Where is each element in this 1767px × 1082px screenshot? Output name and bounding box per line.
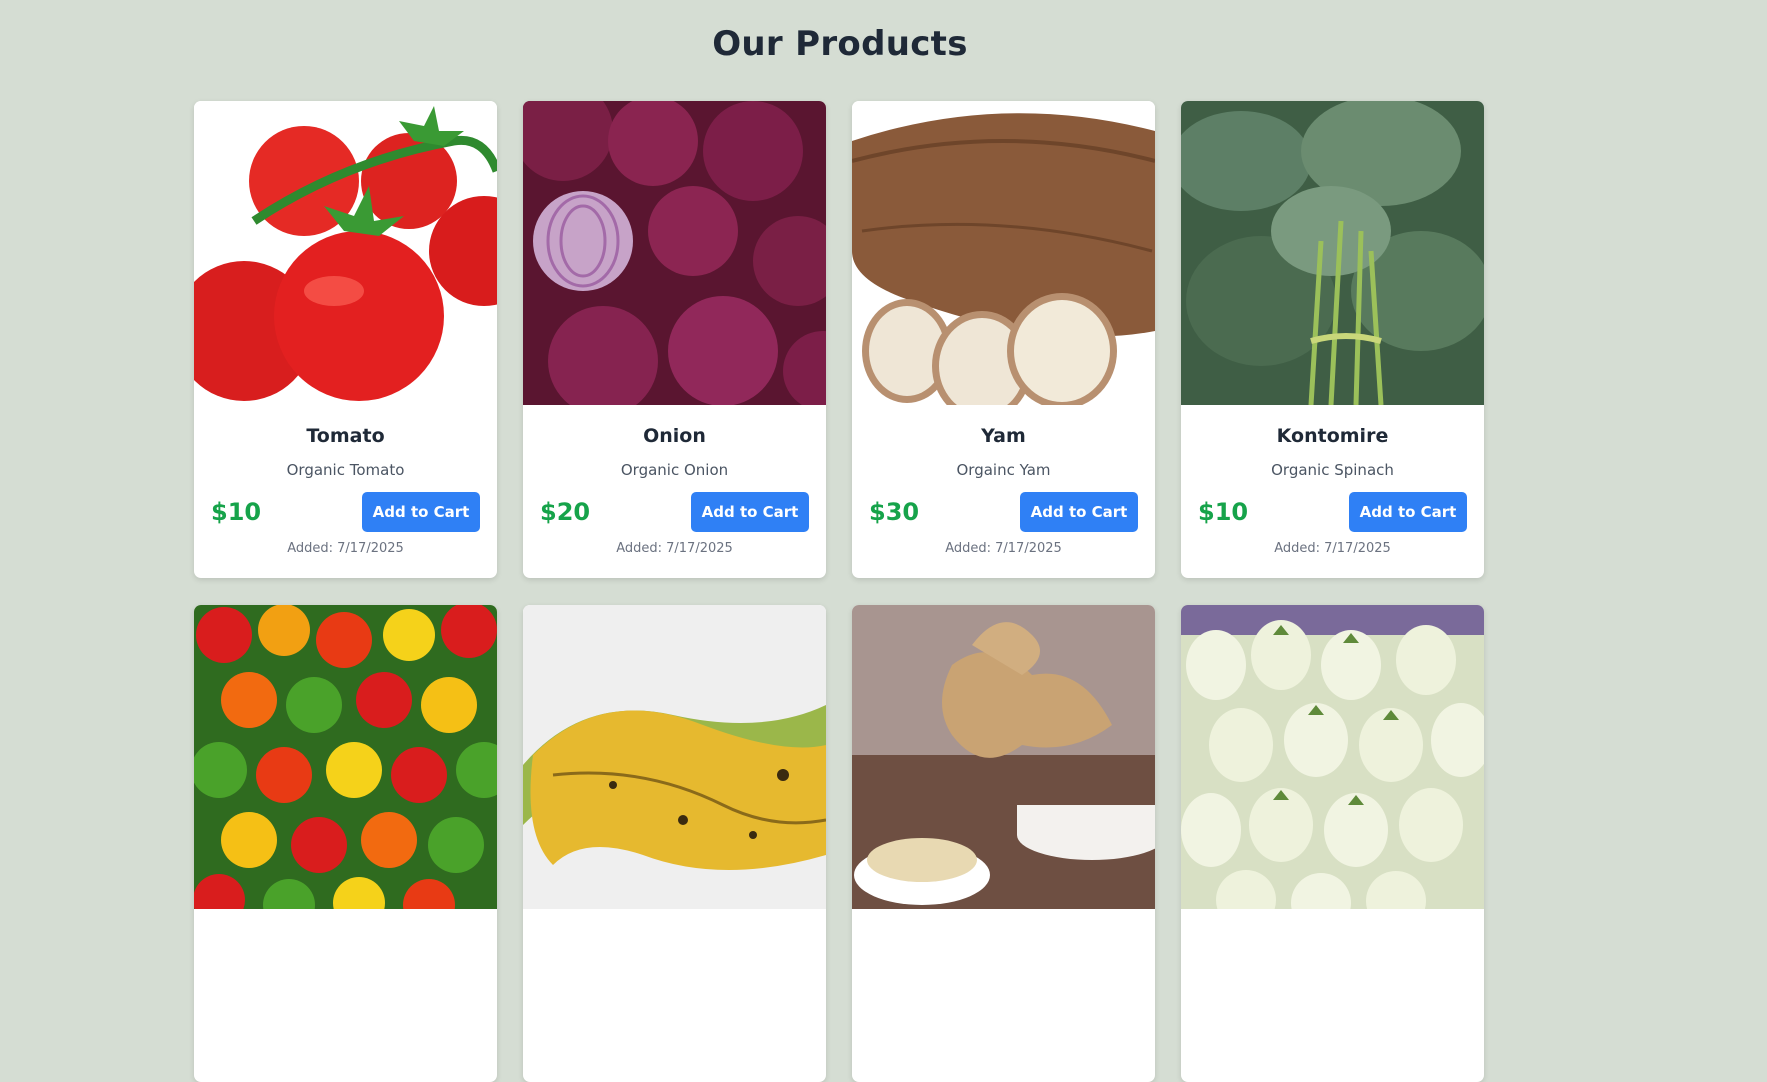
kontomire-image xyxy=(1181,101,1484,405)
product-description: Organic Onion xyxy=(620,461,729,479)
product-description: Organic Tomato xyxy=(286,461,405,479)
product-card-yam: Yam Orgainc Yam $30 Add to Cart Added: 7… xyxy=(852,101,1155,578)
product-name: Tomato xyxy=(306,425,385,447)
product-card-tomato: Tomato Organic Tomato $10 Add to Cart Ad… xyxy=(194,101,497,578)
yam-image xyxy=(852,101,1155,405)
plantain-image xyxy=(523,605,826,909)
product-price: $10 xyxy=(1198,498,1249,526)
product-card-ginger xyxy=(852,605,1155,1082)
onion-image xyxy=(523,101,826,405)
product-purchase-row: $30 Add to Cart xyxy=(852,492,1155,532)
add-to-cart-button[interactable]: Add to Cart xyxy=(691,492,809,532)
add-to-cart-button[interactable]: Add to Cart xyxy=(1349,492,1467,532)
product-card-kontomire: Kontomire Organic Spinach $10 Add to Car… xyxy=(1181,101,1484,578)
product-description: Organic Spinach xyxy=(1271,461,1394,479)
product-description: Orgainc Yam xyxy=(956,461,1051,479)
product-name: Onion xyxy=(643,425,706,447)
product-card-pepper xyxy=(194,605,497,1082)
page-title: Our Products xyxy=(712,24,968,64)
product-price: $10 xyxy=(211,498,262,526)
product-card-garden-egg xyxy=(1181,605,1484,1082)
tomato-image xyxy=(194,101,497,405)
pepper-image xyxy=(194,605,497,909)
products-page: Our Products Tomato Organic Tomato $10 A… xyxy=(0,0,1767,1082)
product-added-date: Added: 7/17/2025 xyxy=(1274,541,1391,556)
product-added-date: Added: 7/17/2025 xyxy=(287,541,404,556)
garden-egg-image xyxy=(1181,605,1484,909)
product-added-date: Added: 7/17/2025 xyxy=(616,541,733,556)
product-name: Kontomire xyxy=(1276,425,1389,447)
ginger-image xyxy=(852,605,1155,909)
product-added-date: Added: 7/17/2025 xyxy=(945,541,1062,556)
product-purchase-row: $10 Add to Cart xyxy=(1181,492,1484,532)
add-to-cart-button[interactable]: Add to Cart xyxy=(1020,492,1138,532)
product-price: $20 xyxy=(540,498,591,526)
product-name: Yam xyxy=(981,425,1026,447)
product-card-plantain xyxy=(523,605,826,1082)
product-grid: Tomato Organic Tomato $10 Add to Cart Ad… xyxy=(194,101,1484,1082)
product-purchase-row: $10 Add to Cart xyxy=(194,492,497,532)
product-purchase-row: $20 Add to Cart xyxy=(523,492,826,532)
add-to-cart-button[interactable]: Add to Cart xyxy=(362,492,480,532)
product-price: $30 xyxy=(869,498,920,526)
product-card-onion: Onion Organic Onion $20 Add to Cart Adde… xyxy=(523,101,826,578)
